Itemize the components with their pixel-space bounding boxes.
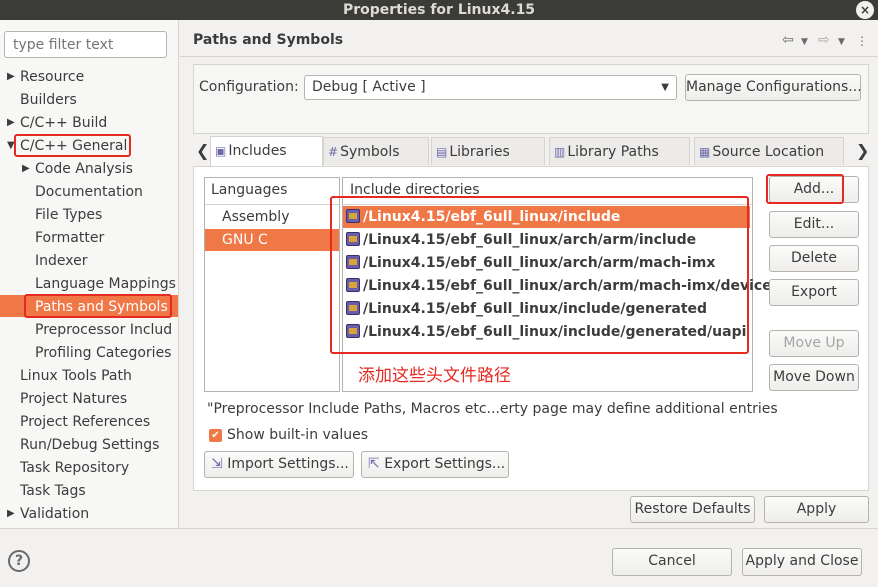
configuration-select[interactable]: Debug [ Active ] ▼ xyxy=(304,75,677,100)
tree-item-indexer[interactable]: Indexer xyxy=(35,250,87,272)
manage-configurations-button[interactable]: Manage Configurations... xyxy=(685,74,862,101)
tree-item-run-debug-settings[interactable]: Run/Debug Settings xyxy=(20,434,159,456)
tab-libraries-label: Libraries xyxy=(449,144,510,160)
tab-symbols[interactable]: # Symbols xyxy=(323,137,429,165)
window-titlebar: Properties for Linux4.15 × xyxy=(0,0,878,20)
highlight-paths-and-symbols xyxy=(24,294,172,318)
tree-item-builders[interactable]: Builders xyxy=(20,89,77,111)
back-icon[interactable]: ⇦ xyxy=(782,32,794,48)
libraries-icon: ▤ xyxy=(436,145,448,159)
tree-item-linux-tools-path[interactable]: Linux Tools Path xyxy=(20,365,132,387)
includes-icon: ▣ xyxy=(215,144,227,158)
chevron-down-icon: ▼ xyxy=(661,82,669,93)
tab-library-paths[interactable]: ▥ Library Paths xyxy=(549,137,690,165)
highlight-include-list xyxy=(330,196,749,354)
apply-button[interactable]: Apply xyxy=(764,496,869,523)
restore-defaults-button[interactable]: Restore Defaults xyxy=(630,496,755,523)
import-settings-label: Import Settings... xyxy=(227,456,349,472)
page-title: Paths and Symbols xyxy=(193,32,344,48)
annotation-text: 添加这些头文件路径 xyxy=(358,366,511,386)
tab-includes-label: Includes xyxy=(228,143,287,159)
languages-header-divider xyxy=(205,204,339,205)
forward-icon[interactable]: ⇨ xyxy=(818,32,830,48)
tab-libraries[interactable]: ▤ Libraries xyxy=(431,137,545,165)
window-title: Properties for Linux4.15 xyxy=(342,2,536,18)
configuration-value: Debug [ Active ] xyxy=(312,79,426,95)
tree-item-c-c-build[interactable]: C/C++ Build xyxy=(20,112,107,134)
preprocessor-note: "Preprocessor Include Paths, Macros etc.… xyxy=(207,401,778,417)
tree-item-documentation[interactable]: Documentation xyxy=(35,181,143,203)
delete-button[interactable]: Delete xyxy=(769,245,859,272)
move-up-button[interactable]: Move Up xyxy=(769,330,859,357)
back-dropdown-icon[interactable]: ▼ xyxy=(801,37,808,47)
header-divider xyxy=(180,56,878,57)
languages-header: Languages xyxy=(211,182,288,198)
menu-icon[interactable]: ⋮ xyxy=(856,34,868,48)
export-settings-icon: ⇱ xyxy=(368,456,380,472)
tree-item-validation[interactable]: Validation xyxy=(20,503,89,525)
filter-input[interactable] xyxy=(4,31,167,58)
help-icon[interactable]: ? xyxy=(8,550,30,572)
import-settings-button[interactable]: ⇲ Import Settings... xyxy=(204,451,354,478)
close-window-button[interactable]: × xyxy=(856,1,874,19)
collapsed-arrow-icon[interactable]: ▶ xyxy=(7,71,15,82)
tree-item-formatter[interactable]: Formatter xyxy=(35,227,104,249)
cancel-button[interactable]: Cancel xyxy=(612,548,732,576)
tab-scroll-right-icon[interactable]: ❯ xyxy=(856,137,869,165)
language-item-gnu-c[interactable]: GNU C xyxy=(205,229,339,251)
show-builtin-checkbox[interactable]: ✔ xyxy=(209,429,222,442)
tab-library-paths-label: Library Paths xyxy=(567,144,659,160)
tree-item-profiling-categories[interactable]: Profiling Categories xyxy=(35,342,171,364)
show-builtin-label: Show built-in values xyxy=(227,427,369,443)
forward-dropdown-icon[interactable]: ▼ xyxy=(838,37,845,47)
collapsed-arrow-icon[interactable]: ▶ xyxy=(7,508,15,519)
tab-source-location-label: Source Location xyxy=(712,144,825,160)
tree-item-language-mappings[interactable]: Language Mappings xyxy=(35,273,176,295)
tree-item-task-repository[interactable]: Task Repository xyxy=(20,457,129,479)
export-button[interactable]: Export xyxy=(769,279,859,306)
collapsed-arrow-icon[interactable]: ▶ xyxy=(7,117,15,128)
tree-item-preprocessor-includ[interactable]: Preprocessor Includ xyxy=(35,319,172,341)
configuration-label: Configuration: xyxy=(199,79,299,95)
apply-and-close-button[interactable]: Apply and Close xyxy=(742,548,862,576)
export-settings-button[interactable]: ⇱ Export Settings... xyxy=(361,451,509,478)
tab-symbols-label: Symbols xyxy=(340,144,400,160)
tab-scroll-left-icon[interactable]: ❮ xyxy=(196,137,209,165)
move-down-button[interactable]: Move Down xyxy=(769,364,859,391)
language-item-assembly[interactable]: Assembly xyxy=(205,206,339,228)
tree-item-file-types[interactable]: File Types xyxy=(35,204,102,226)
symbols-icon: # xyxy=(328,145,339,159)
highlight-add-button xyxy=(766,174,844,204)
export-settings-label: Export Settings... xyxy=(384,456,506,472)
tree-item-code-analysis[interactable]: Code Analysis xyxy=(35,158,133,180)
source-location-icon: ▦ xyxy=(699,145,711,159)
edit-button[interactable]: Edit... xyxy=(769,211,859,238)
bottom-divider xyxy=(0,528,878,529)
tree-item-project-references[interactable]: Project References xyxy=(20,411,150,433)
tree-item-resource[interactable]: Resource xyxy=(20,66,84,88)
library-paths-icon: ▥ xyxy=(554,145,566,159)
tree-item-task-tags[interactable]: Task Tags xyxy=(20,480,86,502)
highlight-cpp-general xyxy=(14,134,131,157)
collapsed-arrow-icon[interactable]: ▶ xyxy=(22,163,30,174)
tree-item-project-natures[interactable]: Project Natures xyxy=(20,388,127,410)
tab-includes[interactable]: ▣ Includes xyxy=(210,136,323,166)
tab-source-location[interactable]: ▦ Source Location xyxy=(694,137,844,165)
import-settings-icon: ⇲ xyxy=(211,456,223,472)
